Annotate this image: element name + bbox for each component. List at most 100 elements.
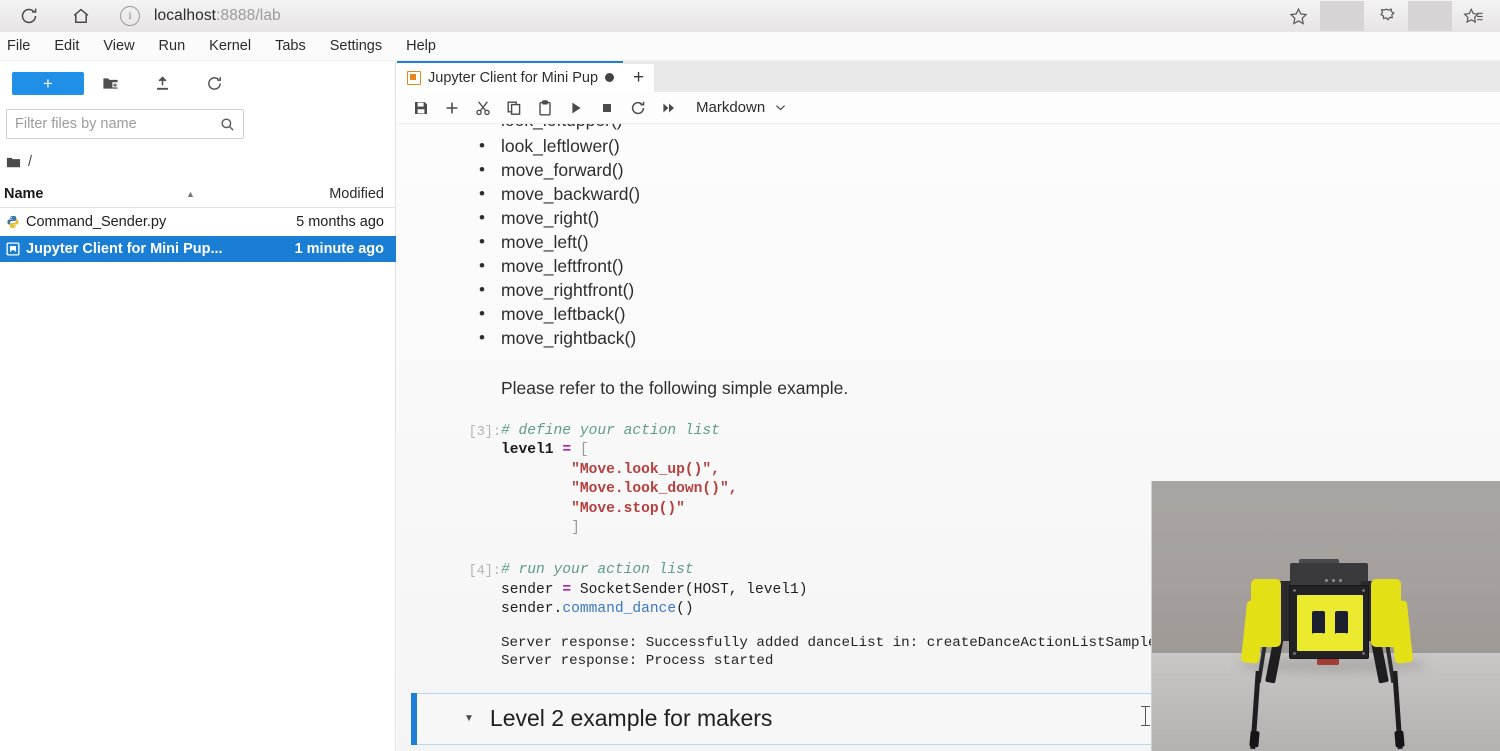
cut-icon[interactable] (467, 94, 498, 122)
divider (1320, 1, 1364, 31)
jupyter-menubar: File Edit View Run Kernel Tabs Settings … (0, 32, 1500, 61)
unsaved-changes-dot[interactable] (605, 73, 615, 82)
notebook-icon (407, 70, 421, 85)
menu-edit[interactable]: Edit (42, 35, 91, 58)
code-comment: # run your action list (501, 562, 694, 579)
restart-run-all-icon[interactable] (653, 94, 684, 122)
list-item: move_right() (479, 206, 1500, 230)
robot-screw (1362, 589, 1365, 592)
star-icon[interactable] (1276, 1, 1320, 31)
extensions-icon[interactable] (1364, 1, 1408, 31)
output-line: Server response: Successfully added danc… (501, 634, 1183, 651)
collapse-caret-icon[interactable]: ▼ (464, 713, 474, 724)
list-item: move_leftback() (479, 302, 1500, 326)
refresh-icon[interactable] (188, 68, 240, 98)
list-item[interactable]: Command_Sender.py 5 months ago (0, 209, 396, 235)
column-name[interactable]: Name (4, 186, 44, 202)
search-icon[interactable] (220, 117, 235, 132)
stop-icon[interactable] (591, 94, 622, 122)
menu-view[interactable]: View (91, 35, 146, 58)
address-bar[interactable]: i localhost:8888/lab (120, 6, 281, 26)
menu-kernel[interactable]: Kernel (197, 35, 263, 58)
file-modified: 5 months ago (296, 214, 384, 230)
info-icon[interactable]: i (120, 6, 140, 26)
reload-icon[interactable] (12, 1, 46, 31)
divider (1408, 1, 1452, 31)
robot-right-hip (1371, 579, 1401, 647)
code-variable: level1 (501, 442, 554, 459)
text-cursor (1141, 706, 1150, 727)
tab-title: Jupyter Client for Mini Pup (428, 69, 599, 86)
robot-left-eye (1312, 611, 1325, 634)
page-title: Level 2 example for makers (489, 705, 773, 732)
cell-prompt: [3]: (468, 425, 501, 440)
list-item: move_leftfront() (479, 254, 1500, 278)
folder-icon (6, 155, 21, 170)
menu-file[interactable]: File (0, 35, 42, 58)
code-comment: # define your action list (501, 423, 720, 439)
code-open-bracket: [ (579, 442, 589, 459)
file-browser-toolbar: + (0, 61, 395, 105)
menu-run[interactable]: Run (147, 35, 198, 58)
list-item[interactable]: Jupyter Client for Mini Pup... 1 minute … (0, 236, 396, 262)
list-item: move_backward() (479, 182, 1500, 206)
sort-ascending-icon[interactable]: ▲ (186, 189, 195, 199)
breadcrumb-path: / (28, 154, 33, 170)
insert-cell-icon[interactable] (436, 94, 467, 122)
clipped-list-item: look_leftupper() (397, 124, 1500, 134)
python-file-icon (0, 215, 26, 229)
url-text: localhost:8888/lab (154, 7, 281, 25)
menu-settings[interactable]: Settings (318, 35, 394, 58)
robot-left-hip (1251, 579, 1281, 647)
filter-files-box[interactable] (6, 109, 244, 139)
code-text: sender. (501, 601, 563, 618)
code-function: command_dance (562, 601, 677, 618)
url-path: :8888/lab (216, 7, 281, 24)
filter-files-input[interactable] (15, 116, 220, 132)
chevron-down-icon (774, 101, 787, 114)
breadcrumb[interactable]: / (6, 151, 32, 173)
restart-kernel-icon[interactable] (622, 94, 653, 122)
menu-tabs[interactable]: Tabs (263, 35, 318, 58)
robot-red-component (1317, 658, 1339, 665)
list-item: move_rightback() (479, 326, 1500, 350)
browser-right-actions (1276, 0, 1496, 32)
paste-icon[interactable] (529, 94, 560, 122)
robot-left-foot (1249, 730, 1260, 748)
new-launcher-button[interactable]: + (12, 71, 84, 95)
list-item: move_forward() (479, 158, 1500, 182)
robot-right-eye (1335, 611, 1348, 634)
collections-icon[interactable] (1452, 1, 1496, 31)
add-tab-button[interactable]: + (623, 64, 655, 92)
home-icon[interactable] (64, 1, 98, 31)
column-modified[interactable]: Modified (329, 186, 384, 202)
copy-icon[interactable] (498, 94, 529, 122)
list-item: move_rightfront() (479, 278, 1500, 302)
notebook-toolbar: Markdown Python 3 (ipykernel) (397, 92, 1500, 147)
save-icon[interactable] (405, 94, 436, 122)
tab-jupyter-client-notebook[interactable]: Jupyter Client for Mini Pup (397, 61, 624, 92)
code-close-bracket: ] (571, 520, 580, 537)
code-text: () (676, 601, 694, 618)
robot-board-led (1325, 579, 1328, 582)
output-line: Server response: Process started (501, 653, 774, 670)
url-host: localhost (154, 7, 217, 24)
robot-right-foot (1394, 730, 1405, 748)
active-cell-bar (411, 692, 417, 745)
notebook-file-icon (0, 242, 26, 256)
robot-face-screen (1297, 595, 1363, 651)
code-string: "Move.look_down()", (571, 481, 738, 498)
menu-help[interactable]: Help (394, 35, 448, 58)
cell-type-value: Markdown (696, 99, 766, 116)
cell-type-dropdown[interactable]: Markdown (696, 99, 787, 116)
file-name: Jupyter Client for Mini Pup... (26, 241, 223, 257)
file-list-header: Name ▲ Modified (0, 181, 396, 208)
code-text: SocketSender(HOST, level1) (571, 581, 808, 598)
list-item: look_leftlower() (479, 134, 1500, 158)
robot-screw (1293, 652, 1296, 655)
new-folder-icon[interactable] (84, 68, 136, 98)
run-icon[interactable] (560, 94, 591, 122)
intro-paragraph: Please refer to the following simple exa… (501, 378, 849, 398)
upload-icon[interactable] (136, 68, 188, 98)
file-name: Command_Sender.py (26, 214, 167, 230)
